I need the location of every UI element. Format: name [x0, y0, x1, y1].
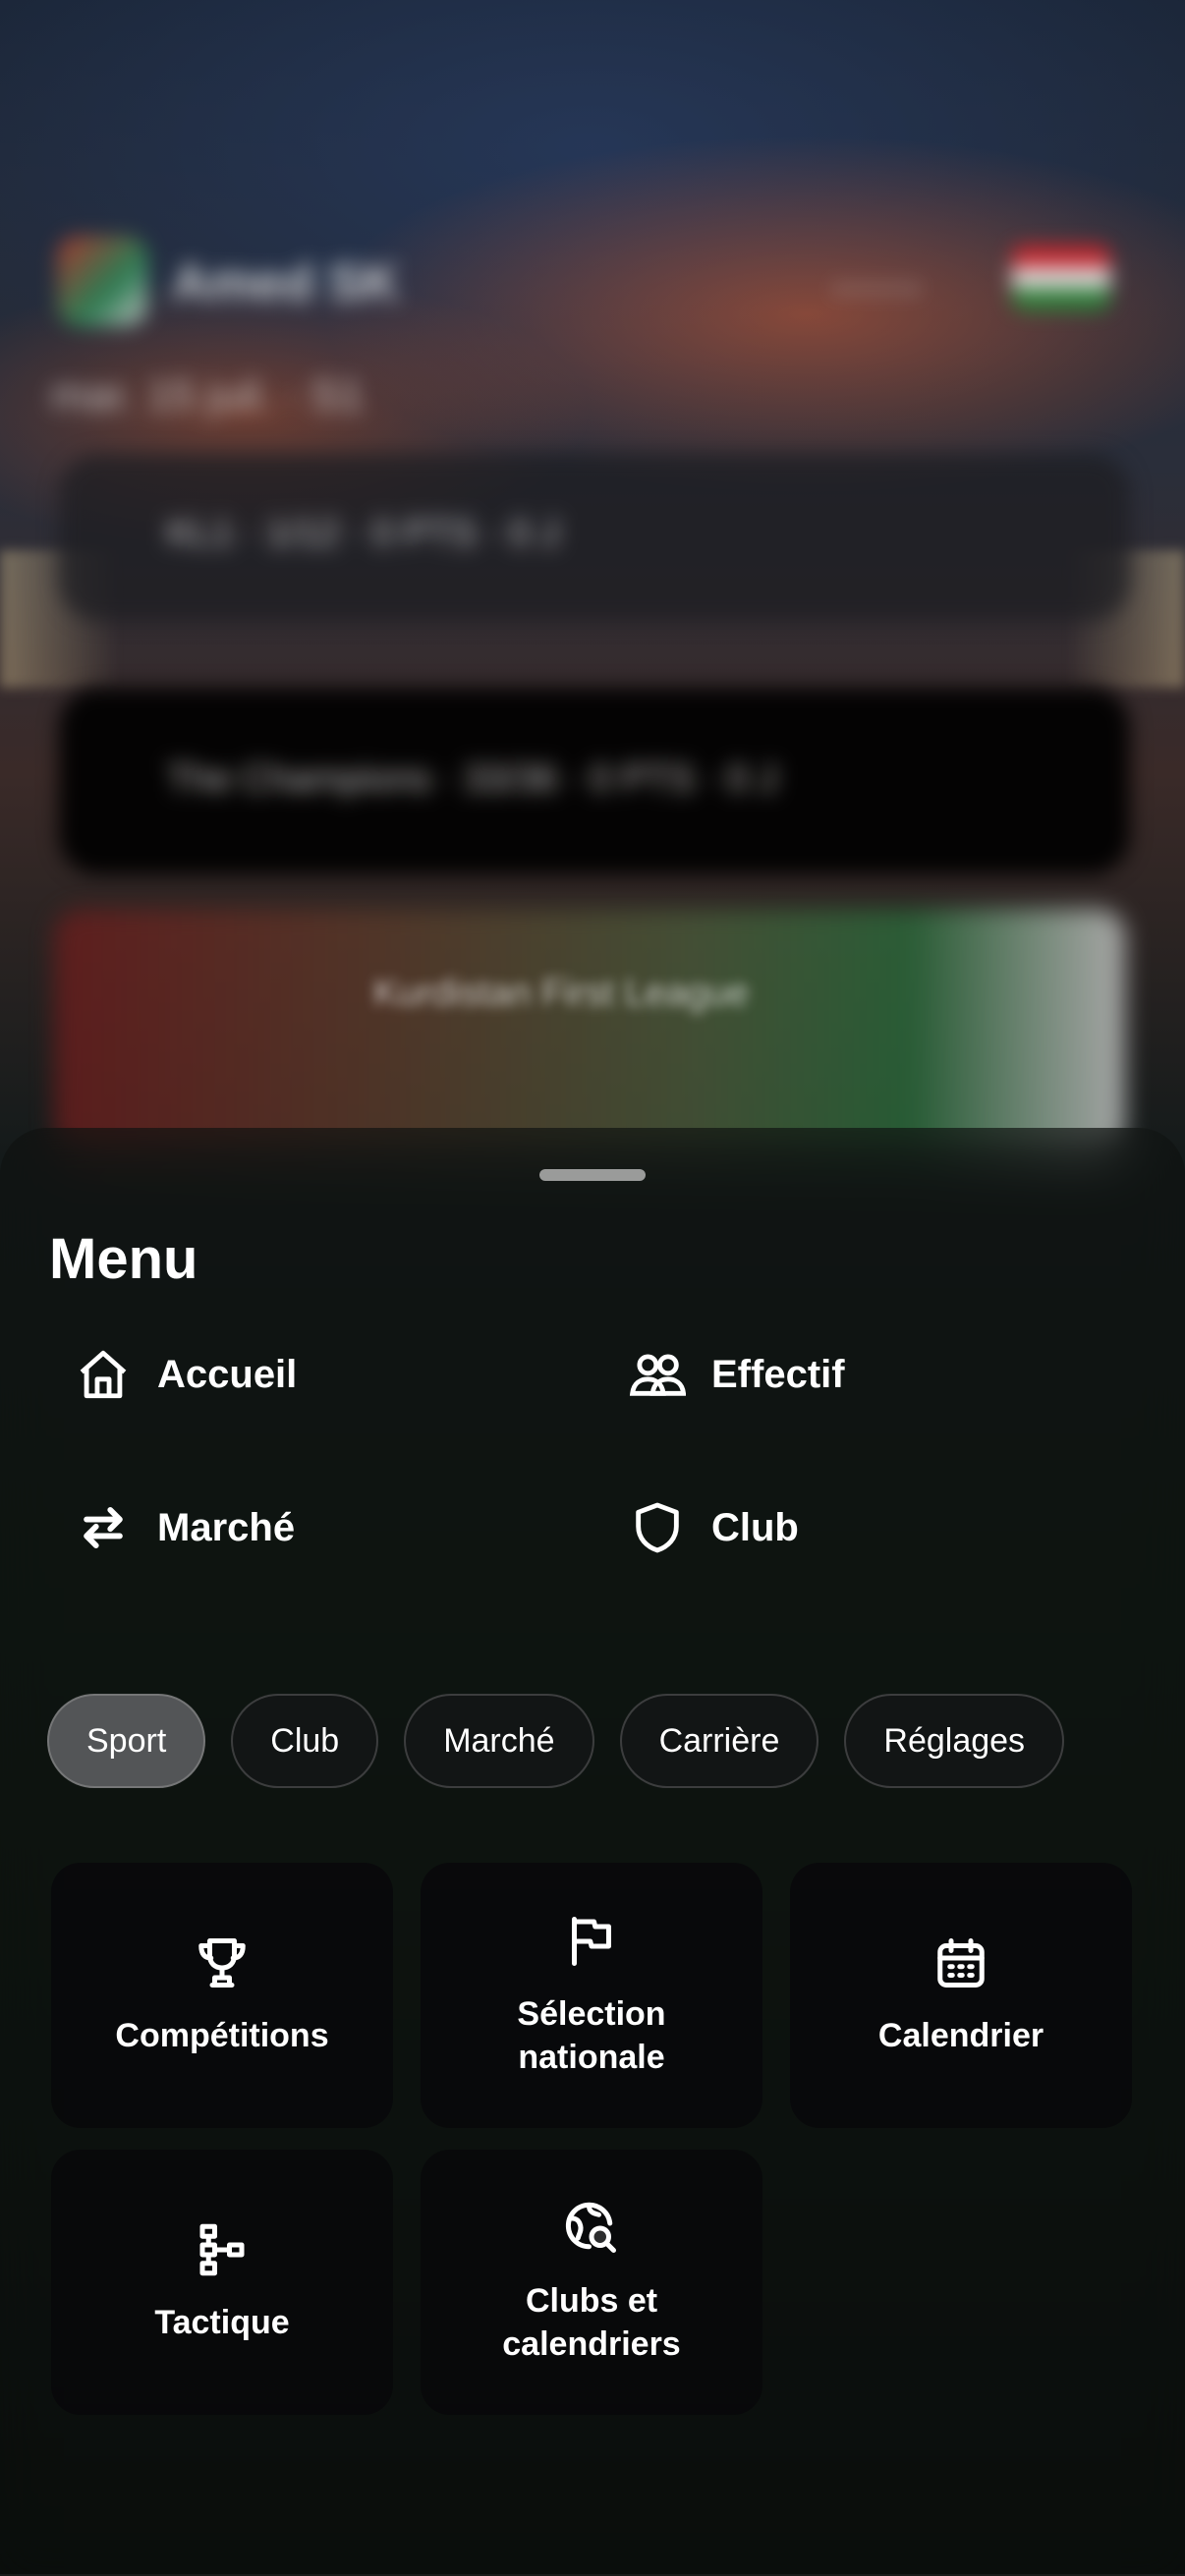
league-banner-text: Kurdistan First League — [373, 973, 750, 1014]
tile-label: Compétitions — [115, 2016, 329, 2054]
quick-link-club[interactable]: Club — [629, 1499, 799, 1556]
club-crest — [57, 236, 147, 326]
calendar-icon — [937, 1937, 985, 1988]
tile-label: Clubs et calendriers — [502, 2281, 681, 2363]
competition-card-text: The Champions · 33/36 · 0 PTS · 0 J — [167, 758, 777, 800]
tile-clubs-et-calendriers[interactable]: Clubs et calendriers — [421, 2150, 762, 2415]
club-name: Amed SK — [172, 254, 400, 311]
quick-link-accueil[interactable]: Accueil — [75, 1346, 297, 1403]
quick-link-label: Club — [711, 1505, 799, 1549]
flag-icon — [1012, 246, 1110, 310]
home-icon — [80, 1350, 127, 1399]
tile-label: Calendrier — [877, 2016, 1044, 2054]
tile-tactique[interactable]: Tactique — [51, 2150, 393, 2415]
quick-link-label: Marché — [157, 1505, 296, 1549]
competition-card: The Champions · 33/36 · 0 PTS · 0 J — [59, 688, 1130, 874]
menu-sheet: Menu Accueil Effectif Marché Club Sport … — [0, 1128, 1185, 2576]
background-header: Amed SK ••••• mar. 15 juil. · S1 — [0, 216, 1185, 420]
tactics-icon — [199, 2223, 245, 2276]
date-label: mar. 15 juil. · S1 — [51, 371, 364, 420]
tab-club[interactable]: Club — [231, 1694, 379, 1788]
shield-icon — [636, 1502, 679, 1553]
quick-link-marche[interactable]: Marché — [75, 1499, 295, 1556]
quick-link-label: Effectif — [711, 1352, 845, 1396]
league-banner — [54, 909, 1125, 1154]
quick-link-label: Accueil — [157, 1352, 298, 1396]
tile-selection-nationale[interactable]: Sélection nationale — [421, 1863, 762, 2128]
tile-calendrier[interactable]: Calendrier — [790, 1863, 1132, 2128]
sheet-grabber[interactable] — [539, 1169, 646, 1181]
menu-title: Menu — [49, 1227, 198, 1291]
competition-card: KL1 · 1/12 · 0 PTS · 0 J — [59, 454, 1130, 621]
swap-arrows-icon — [84, 1506, 123, 1549]
users-icon — [629, 1354, 686, 1396]
flag-icon — [572, 1916, 611, 1966]
tab-sport[interactable]: Sport — [47, 1694, 206, 1788]
menu-tabs: Sport Club Marché Carrière Réglages — [47, 1694, 1065, 1788]
trophy-icon — [198, 1937, 246, 1988]
rating-dots: ••••• — [835, 273, 927, 306]
app-screen: Amed SK ••••• mar. 15 juil. · S1 KL1 · 1… — [0, 0, 1185, 2576]
competition-card-text: KL1 · 1/12 · 0 PTS · 0 J — [167, 513, 560, 554]
quick-link-effectif[interactable]: Effectif — [629, 1346, 845, 1403]
tile-label: Sélection nationale — [517, 1994, 666, 2076]
tab-marche[interactable]: Marché — [404, 1694, 594, 1788]
tile-label: Tactique — [154, 2303, 290, 2341]
tile-competitions[interactable]: Compétitions — [51, 1863, 393, 2128]
tab-reglages[interactable]: Réglages — [844, 1694, 1065, 1788]
globe-search-icon — [565, 2202, 616, 2253]
tab-carriere[interactable]: Carrière — [619, 1694, 819, 1788]
